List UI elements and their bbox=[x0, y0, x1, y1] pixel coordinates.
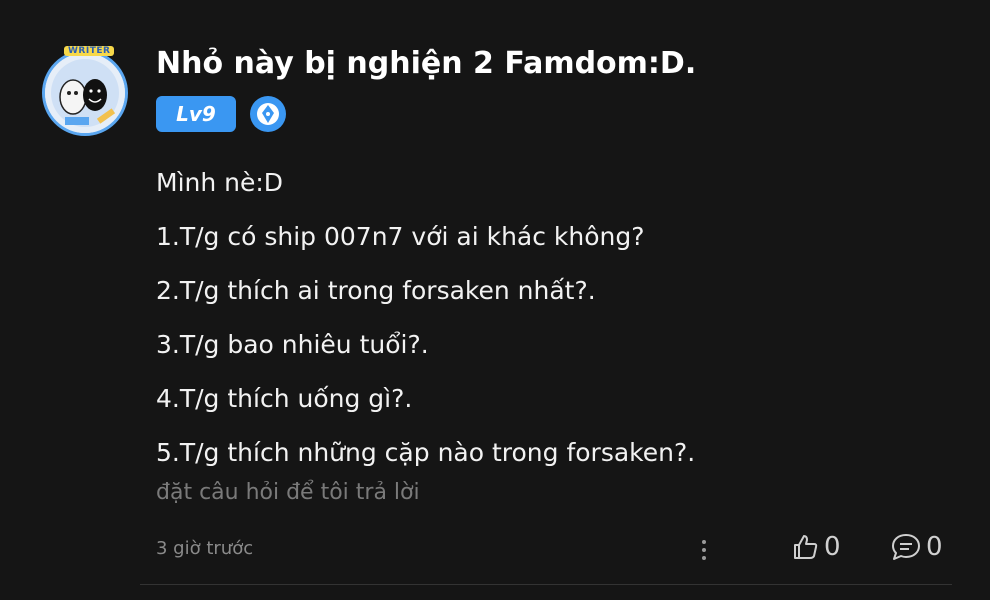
pen-nib-glyph bbox=[257, 103, 279, 125]
divider bbox=[140, 584, 952, 585]
badge-row: Lv9 bbox=[156, 96, 286, 132]
ask-question-prompt[interactable]: đặt câu hỏi để tôi trả lời bbox=[156, 480, 420, 505]
body-line-question-2: 2.T/g thích ai trong forsaken nhất?. bbox=[156, 276, 596, 305]
body-line-question-4: 4.T/g thích uống gì?. bbox=[156, 384, 413, 413]
more-dot bbox=[702, 548, 706, 552]
post-timestamp: 3 giờ trước bbox=[156, 538, 254, 559]
pen-nib-icon[interactable] bbox=[250, 96, 286, 132]
more-dot bbox=[702, 556, 706, 560]
comment-icon bbox=[892, 534, 920, 560]
post-body: Mình nè:D 1.T/g có ship 007n7 với ai khá… bbox=[156, 156, 956, 480]
body-line-question-1: 1.T/g có ship 007n7 với ai khác không? bbox=[156, 222, 645, 251]
body-line-question-5: 5.T/g thích những cặp nào trong forsaken… bbox=[156, 438, 696, 467]
like-button[interactable]: 0 bbox=[790, 532, 841, 562]
body-line-question-3: 3.T/g bao nhiêu tuổi?. bbox=[156, 330, 429, 359]
thumbs-up-icon bbox=[794, 535, 818, 559]
comment-button[interactable]: 0 bbox=[890, 532, 943, 562]
writer-avatar[interactable] bbox=[42, 50, 128, 136]
body-line-intro: Mình nè:D bbox=[156, 168, 284, 197]
comment-count: 0 bbox=[926, 532, 943, 562]
avatar-illustration bbox=[45, 53, 125, 133]
writer-label: WRITER bbox=[64, 46, 115, 56]
post-card: WRITER Nhỏ này bị nghiện 2 Famdom:D. Lv9… bbox=[0, 0, 990, 600]
like-count: 0 bbox=[824, 532, 841, 562]
more-dot bbox=[702, 540, 706, 544]
more-options-icon[interactable] bbox=[694, 534, 714, 566]
post-footer: 3 giờ trước 0 0 bbox=[156, 532, 952, 568]
post-title[interactable]: Nhỏ này bị nghiện 2 Famdom:D. bbox=[156, 46, 696, 81]
level-badge[interactable]: Lv9 bbox=[156, 96, 236, 132]
